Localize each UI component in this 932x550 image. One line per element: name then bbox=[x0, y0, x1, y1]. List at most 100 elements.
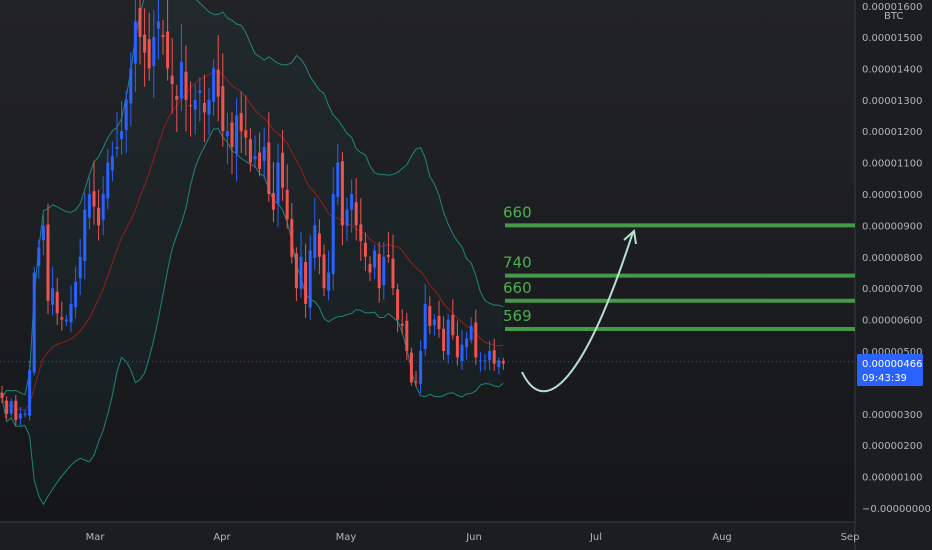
candle-body bbox=[101, 194, 105, 220]
candle-body bbox=[474, 322, 478, 358]
candle-body bbox=[258, 152, 262, 169]
candle-body bbox=[405, 320, 409, 351]
candle-body bbox=[225, 131, 229, 137]
candle-body bbox=[170, 75, 174, 85]
price-chart[interactable]: 660 740 660 569 0.00001500 0.00001400 0.000013… bbox=[0, 0, 932, 550]
chart-root: 660 740 660 569 0.00001500 0.00001400 0.000013… bbox=[0, 0, 932, 550]
candle-body bbox=[69, 303, 73, 323]
candle-body bbox=[110, 156, 114, 171]
candle-body bbox=[133, 21, 137, 64]
candle-body bbox=[248, 139, 252, 163]
candle-body bbox=[382, 256, 386, 286]
candle-body bbox=[465, 338, 469, 348]
candle-body bbox=[368, 263, 372, 273]
candle-body bbox=[5, 400, 9, 414]
candle-body bbox=[386, 254, 390, 257]
candle-body bbox=[363, 242, 367, 257]
candle-body bbox=[304, 262, 308, 304]
candle-body bbox=[51, 288, 55, 305]
y-tick-label: 0.00000800 bbox=[862, 253, 922, 264]
candle-body bbox=[253, 156, 257, 160]
y-tick-label: 0.00000200 bbox=[862, 441, 922, 452]
candle-body bbox=[143, 34, 147, 53]
candle-body bbox=[327, 272, 331, 291]
candle-body bbox=[446, 319, 450, 355]
candle-body bbox=[46, 224, 50, 301]
x-tick-label: Aug bbox=[712, 532, 732, 543]
projection-arrow bbox=[521, 231, 634, 393]
candle-body bbox=[290, 219, 294, 257]
candle-body bbox=[115, 146, 119, 149]
candle-body bbox=[460, 344, 464, 362]
candle-body bbox=[184, 71, 188, 100]
candle-body bbox=[216, 69, 220, 97]
candle-body bbox=[350, 194, 354, 210]
candle-body bbox=[285, 189, 289, 220]
candle-body bbox=[299, 256, 303, 289]
level-label-1: 740 bbox=[503, 254, 532, 272]
candle-body bbox=[202, 102, 206, 113]
candle-body bbox=[87, 194, 91, 218]
y-tick-label: 0.00001400 bbox=[862, 64, 922, 75]
candle-body bbox=[207, 99, 211, 115]
candle-body bbox=[313, 225, 317, 258]
candle-body bbox=[92, 191, 96, 207]
candle-body bbox=[455, 335, 459, 358]
candle-body bbox=[124, 99, 128, 130]
bollinger-band-fill bbox=[2, 0, 504, 505]
candle-body bbox=[41, 225, 45, 241]
candle-body bbox=[262, 146, 266, 162]
candle-body bbox=[428, 305, 432, 326]
price-axis-panel bbox=[855, 0, 932, 550]
y-tick-label: 0.00000100 bbox=[862, 473, 922, 484]
candle-body bbox=[359, 224, 363, 242]
candle-body bbox=[373, 250, 377, 268]
candle-body bbox=[281, 152, 285, 188]
candle-body bbox=[138, 7, 142, 37]
candle-body bbox=[419, 351, 423, 385]
levels-group: 660 740 660 569 bbox=[503, 203, 855, 332]
candle-body bbox=[129, 68, 133, 104]
y-tick-label: 0.00000600 bbox=[862, 316, 922, 327]
candle-body bbox=[239, 113, 243, 132]
candle-body bbox=[0, 392, 4, 399]
candle-body bbox=[331, 194, 335, 274]
x-tick-label: May bbox=[336, 532, 357, 543]
candle-body bbox=[97, 207, 101, 226]
candle-body bbox=[345, 209, 349, 226]
candle-body bbox=[106, 162, 110, 199]
candle-body bbox=[409, 352, 413, 383]
x-tick-label: Sep bbox=[841, 532, 860, 543]
y-tick-label: 0.00001000 bbox=[862, 190, 922, 201]
candle-body bbox=[74, 281, 78, 308]
candle-body bbox=[28, 369, 32, 416]
candle-body bbox=[492, 350, 496, 364]
price-label-value: 0.00000466 bbox=[862, 359, 922, 370]
x-tick-label: Mar bbox=[86, 532, 106, 543]
y-tick-label: 0.00001500 bbox=[862, 33, 922, 44]
candle-body bbox=[152, 37, 156, 67]
candle-body bbox=[175, 95, 179, 100]
candle-body bbox=[230, 122, 234, 147]
price-unit-label: BTC bbox=[884, 11, 903, 22]
candle-body bbox=[83, 209, 87, 261]
candle-body bbox=[377, 253, 381, 289]
y-tick-label: 0.00000700 bbox=[862, 284, 922, 295]
candle-body bbox=[212, 68, 216, 102]
candle-body bbox=[120, 131, 124, 140]
price-label-countdown: 09:43:39 bbox=[862, 373, 907, 384]
y-tick-label: 0.00001100 bbox=[862, 159, 922, 170]
candle-body bbox=[166, 31, 170, 69]
candle-body bbox=[189, 105, 193, 107]
x-tick-label: Jul bbox=[589, 532, 602, 543]
candle-body bbox=[396, 289, 400, 320]
candle-body bbox=[271, 193, 275, 210]
candle-body bbox=[322, 254, 326, 289]
y-tick-label: −0.00000000 bbox=[862, 504, 931, 515]
price-label: 0.00000466 09:43:39 bbox=[857, 354, 923, 386]
candle-body bbox=[78, 256, 82, 279]
candle-body bbox=[442, 328, 446, 351]
candle-body bbox=[32, 272, 36, 373]
candle-body bbox=[221, 86, 225, 132]
candle-body bbox=[354, 202, 358, 226]
